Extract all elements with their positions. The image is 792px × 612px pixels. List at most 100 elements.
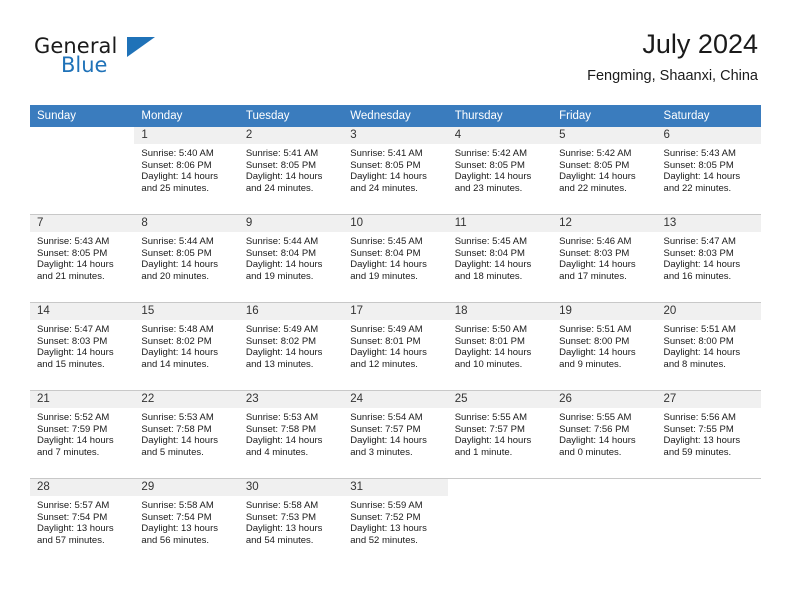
day-detail-daylight-1: Daylight: 14 hours <box>454 259 532 271</box>
day-number: 12 <box>552 215 657 232</box>
calendar-day-cell[interactable]: 10 Sunrise: 5:45 AM Sunset: 8:04 PM Dayligh… <box>343 214 448 303</box>
day-detail-sunset: Sunset: 7:57 PM <box>454 423 525 435</box>
calendar-day-cell[interactable]: 19 Sunrise: 5:51 AM Sunset: 8:00 PM Dayligh… <box>552 302 657 391</box>
day-detail-daylight-2: and 0 minutes. <box>559 446 622 458</box>
day-detail-sunset: Sunset: 8:02 PM <box>245 335 317 347</box>
day-detail-daylight-1: Daylight: 14 hours <box>141 171 218 183</box>
day-number: 31 <box>343 479 448 496</box>
calendar-day-cell[interactable]: 21 Sunrise: 5:52 AM Sunset: 7:59 PM Dayligh… <box>30 390 135 479</box>
day-number: 17 <box>343 303 448 320</box>
day-details: Sunrise: 5:48 AM Sunset: 8:02 PM Daylight:… <box>134 320 238 370</box>
day-detail-daylight-1: Daylight: 14 hours <box>559 171 636 183</box>
day-cell-content <box>657 479 761 566</box>
day-detail-daylight-2: and 8 minutes. <box>663 358 726 370</box>
calendar-day-cell[interactable]: 22 Sunrise: 5:53 AM Sunset: 7:58 PM Dayligh… <box>134 390 239 479</box>
day-number: 13 <box>656 215 761 232</box>
calendar-day-cell[interactable]: 28 Sunrise: 5:57 AM Sunset: 7:54 PM Dayligh… <box>30 478 135 566</box>
day-number: 2 <box>238 127 344 144</box>
calendar-day-cell[interactable]: 15 Sunrise: 5:48 AM Sunset: 8:02 PM Dayligh… <box>134 302 239 391</box>
calendar-day-cell[interactable]: 11 Sunrise: 5:45 AM Sunset: 8:04 PM Dayligh… <box>447 214 553 303</box>
day-detail-daylight-1: Daylight: 14 hours <box>663 171 741 183</box>
day-details: Sunrise: 5:45 AM Sunset: 8:04 PM Daylight:… <box>343 232 447 282</box>
day-detail-daylight-2: and 5 minutes. <box>141 446 204 458</box>
calendar-day-cell[interactable]: 16 Sunrise: 5:49 AM Sunset: 8:02 PM Dayligh… <box>238 302 344 391</box>
day-detail-sunset: Sunset: 7:59 PM <box>37 423 108 435</box>
weekday-header-saturday: Saturday <box>656 105 761 127</box>
calendar-day-cell[interactable]: 4 Sunrise: 5:42 AM Sunset: 8:05 PM Daylight… <box>447 127 553 215</box>
calendar-day-cell[interactable]: 3 Sunrise: 5:41 AM Sunset: 8:05 PM Daylight… <box>343 127 448 215</box>
calendar-day-cell[interactable]: 2 Sunrise: 5:41 AM Sunset: 8:05 PM Daylight… <box>238 127 344 215</box>
day-details <box>657 496 761 500</box>
calendar-day-cell[interactable]: 27 Sunrise: 5:56 AM Sunset: 7:55 PM Dayligh… <box>656 390 761 479</box>
calendar-day-cell[interactable]: 31 Sunrise: 5:59 AM Sunset: 7:52 PM Dayligh… <box>343 478 448 566</box>
day-number: 3 <box>343 127 448 144</box>
day-cell-content: 23 Sunrise: 5:53 AM Sunset: 7:58 PM Dayligh… <box>238 391 344 478</box>
day-details: Sunrise: 5:42 AM Sunset: 8:05 PM Daylight:… <box>552 144 656 194</box>
day-details: Sunrise: 5:51 AM Sunset: 8:00 PM Daylight:… <box>657 320 761 370</box>
day-detail-sunset: Sunset: 8:06 PM <box>141 159 212 171</box>
day-details: Sunrise: 5:50 AM Sunset: 8:01 PM Daylight:… <box>448 320 552 370</box>
day-details <box>30 144 134 148</box>
calendar-body: 1 Sunrise: 5:40 AM Sunset: 8:06 PM Daylight… <box>30 127 761 566</box>
day-detail-sunrise: Sunrise: 5:43 AM <box>663 148 736 159</box>
day-number: 21 <box>30 391 135 408</box>
day-detail-sunrise: Sunrise: 5:54 AM <box>350 412 423 423</box>
calendar-day-cell[interactable]: 25 Sunrise: 5:55 AM Sunset: 7:57 PM Dayligh… <box>447 390 553 479</box>
day-cell-content: 3 Sunrise: 5:41 AM Sunset: 8:05 PM Daylight… <box>343 127 448 214</box>
day-number: 6 <box>656 127 761 144</box>
calendar-day-cell[interactable]: 5 Sunrise: 5:42 AM Sunset: 8:05 PM Daylight… <box>552 127 657 215</box>
calendar-day-cell[interactable]: 29 Sunrise: 5:58 AM Sunset: 7:54 PM Dayligh… <box>134 478 239 566</box>
calendar-day-cell[interactable]: 14 Sunrise: 5:47 AM Sunset: 8:03 PM Dayligh… <box>30 302 135 391</box>
calendar-day-cell[interactable]: 24 Sunrise: 5:54 AM Sunset: 7:57 PM Dayligh… <box>343 390 448 479</box>
day-cell-content: 29 Sunrise: 5:58 AM Sunset: 7:54 PM Dayligh… <box>134 479 239 566</box>
calendar-day-cell[interactable]: 6 Sunrise: 5:43 AM Sunset: 8:05 PM Daylight… <box>656 127 761 215</box>
weekday-header-tuesday: Tuesday <box>238 105 344 127</box>
day-detail-sunset: Sunset: 7:58 PM <box>141 423 212 435</box>
calendar-day-cell[interactable]: 17 Sunrise: 5:49 AM Sunset: 8:01 PM Dayligh… <box>343 302 448 391</box>
calendar-day-cell <box>447 478 553 566</box>
day-detail-sunset: Sunset: 8:01 PM <box>454 335 525 347</box>
day-details: Sunrise: 5:44 AM Sunset: 8:05 PM Daylight:… <box>134 232 238 282</box>
day-detail-sunset: Sunset: 7:58 PM <box>245 423 317 435</box>
day-number: 20 <box>656 303 761 320</box>
day-detail-sunrise: Sunrise: 5:58 AM <box>245 500 319 511</box>
day-cell-content: 11 Sunrise: 5:45 AM Sunset: 8:04 PM Dayligh… <box>447 215 553 302</box>
weekday-header-friday: Friday <box>552 105 657 127</box>
day-detail-daylight-1: Daylight: 14 hours <box>559 347 636 359</box>
day-detail-sunset: Sunset: 7:57 PM <box>350 423 421 435</box>
calendar-day-cell[interactable]: 18 Sunrise: 5:50 AM Sunset: 8:01 PM Dayligh… <box>447 302 553 391</box>
generalblue-logo[interactable]: General Blue <box>34 34 164 84</box>
calendar-day-cell[interactable]: 13 Sunrise: 5:47 AM Sunset: 8:03 PM Dayligh… <box>656 214 761 303</box>
day-detail-sunset: Sunset: 8:03 PM <box>37 335 108 347</box>
day-detail-daylight-1: Daylight: 14 hours <box>350 259 427 271</box>
day-cell-content: 19 Sunrise: 5:51 AM Sunset: 8:00 PM Dayligh… <box>552 303 657 390</box>
day-cell-content: 20 Sunrise: 5:51 AM Sunset: 8:00 PM Dayligh… <box>656 303 761 390</box>
day-details: Sunrise: 5:45 AM Sunset: 8:04 PM Daylight:… <box>448 232 552 282</box>
calendar-day-cell[interactable]: 1 Sunrise: 5:40 AM Sunset: 8:06 PM Daylight… <box>134 127 239 215</box>
day-number: 27 <box>656 391 761 408</box>
day-detail-sunset: Sunset: 8:04 PM <box>454 247 525 259</box>
day-cell-content: 25 Sunrise: 5:55 AM Sunset: 7:57 PM Dayligh… <box>447 391 553 478</box>
calendar-day-cell[interactable]: 23 Sunrise: 5:53 AM Sunset: 7:58 PM Dayligh… <box>238 390 344 479</box>
day-detail-sunrise: Sunrise: 5:50 AM <box>454 324 528 335</box>
day-number: 10 <box>343 215 448 232</box>
day-detail-sunrise: Sunrise: 5:56 AM <box>663 412 736 423</box>
day-detail-sunset: Sunset: 8:00 PM <box>663 335 734 347</box>
calendar-day-cell[interactable]: 7 Sunrise: 5:43 AM Sunset: 8:05 PM Daylight… <box>30 214 135 303</box>
day-details: Sunrise: 5:40 AM Sunset: 8:06 PM Daylight:… <box>134 144 238 194</box>
calendar-day-cell[interactable]: 8 Sunrise: 5:44 AM Sunset: 8:05 PM Daylight… <box>134 214 239 303</box>
calendar-day-cell[interactable]: 12 Sunrise: 5:46 AM Sunset: 8:03 PM Dayligh… <box>552 214 657 303</box>
calendar-grid: Sunday Monday Tuesday Wednesday Thursday… <box>30 105 761 566</box>
day-cell-content: 6 Sunrise: 5:43 AM Sunset: 8:05 PM Daylight… <box>656 127 761 214</box>
calendar-day-cell[interactable]: 20 Sunrise: 5:51 AM Sunset: 8:00 PM Dayligh… <box>656 302 761 391</box>
day-details: Sunrise: 5:55 AM Sunset: 7:57 PM Daylight:… <box>448 408 552 458</box>
calendar-day-cell[interactable]: 30 Sunrise: 5:58 AM Sunset: 7:53 PM Dayligh… <box>238 478 344 566</box>
day-cell-content: 31 Sunrise: 5:59 AM Sunset: 7:52 PM Dayligh… <box>343 479 448 566</box>
day-detail-sunset: Sunset: 7:53 PM <box>245 511 317 523</box>
day-details: Sunrise: 5:53 AM Sunset: 7:58 PM Daylight:… <box>239 408 343 458</box>
day-details: Sunrise: 5:44 AM Sunset: 8:04 PM Daylight:… <box>239 232 343 282</box>
day-details: Sunrise: 5:58 AM Sunset: 7:53 PM Daylight:… <box>239 496 343 546</box>
title-block: July 2024 Fengming, Shaanxi, China <box>587 28 758 86</box>
calendar-day-cell[interactable]: 9 Sunrise: 5:44 AM Sunset: 8:04 PM Daylight… <box>238 214 344 303</box>
calendar-day-cell[interactable]: 26 Sunrise: 5:55 AM Sunset: 7:56 PM Dayligh… <box>552 390 657 479</box>
